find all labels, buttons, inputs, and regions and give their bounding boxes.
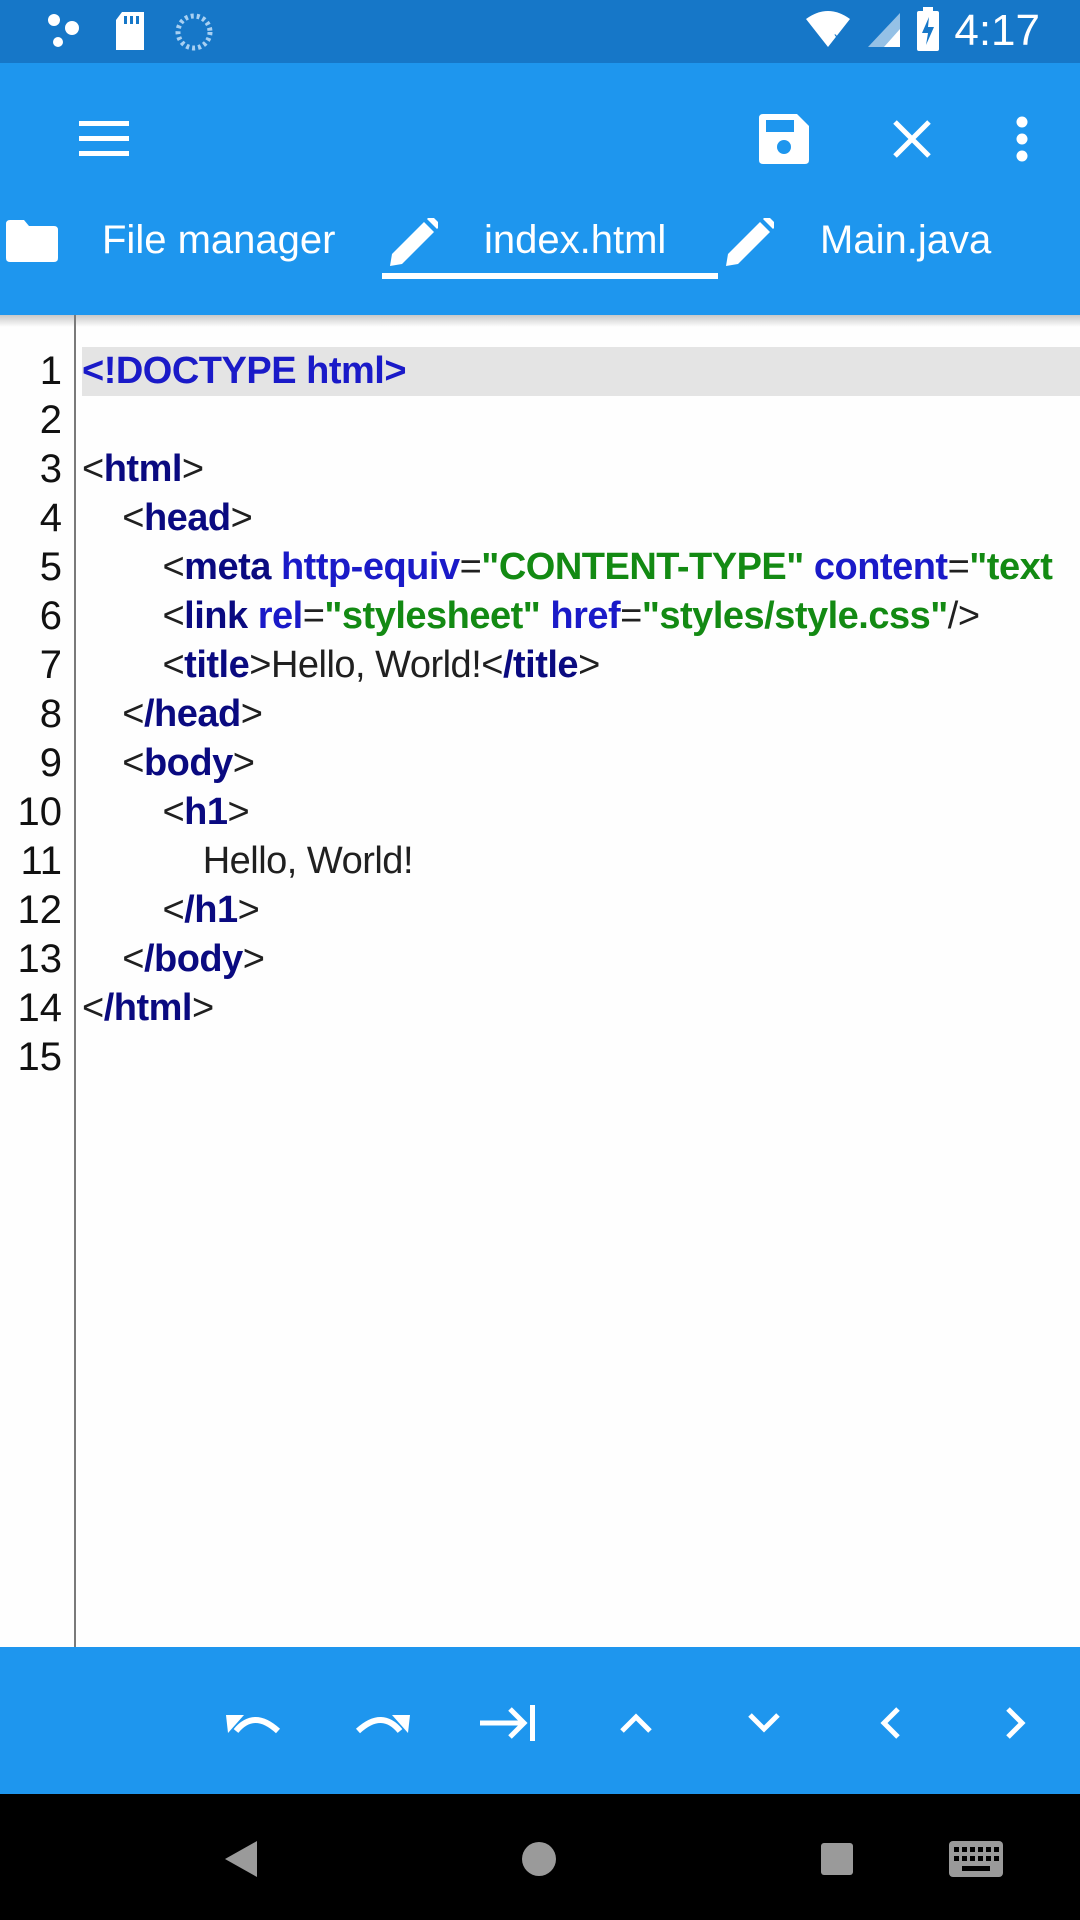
battery-charging-icon [916,6,940,56]
tab-label-main-java: Main.java [820,218,992,262]
bottom-toolbar [0,1647,1080,1794]
keyboard-icon[interactable] [926,1824,1026,1894]
redo-icon[interactable] [342,1683,422,1763]
back-icon[interactable] [206,1824,276,1894]
line-number: 14 [17,986,63,1030]
pencil-icon [390,215,441,271]
code-line[interactable]: ​ [82,1033,1080,1082]
code-line[interactable]: <h1> [82,788,1080,837]
more-vert-icon[interactable] [1000,107,1044,171]
line-number: 6 [39,594,62,638]
code-area[interactable]: <!DOCTYPE html>​<html> <head> <meta http… [82,347,1080,1082]
system-nav-bar [0,1794,1080,1920]
line-number-gutter: 1 2 3 4 5 6 7 8 9 10 11 12 13 14 15 [0,347,63,1082]
code-line[interactable]: <link rel="stylesheet" href="styles/styl… [82,592,1080,641]
line-number: 7 [39,643,62,687]
code-line[interactable]: ​ [82,396,1080,445]
dots-notification-icon [46,12,86,57]
tab-index-html[interactable]: index.html [382,200,718,280]
pencil-icon [726,215,777,271]
line-number: 13 [17,937,63,981]
code-line[interactable]: <title>Hello, World!</title> [82,641,1080,690]
chevron-right-icon[interactable] [976,1683,1056,1763]
code-line[interactable]: <html> [82,445,1080,494]
wifi-icon: x [804,9,852,54]
signal-icon [866,9,902,54]
code-line[interactable]: <body> [82,739,1080,788]
gutter-divider [74,315,76,1647]
code-line[interactable]: </h1> [82,886,1080,935]
active-tab-indicator [382,273,718,279]
line-number: 8 [39,692,62,736]
line-number: 4 [39,496,62,540]
sd-card-icon [114,12,146,57]
folder-icon [6,220,58,267]
line-number: 9 [39,741,62,785]
code-line[interactable]: <meta http-equiv="CONTENT-TYPE" content=… [82,543,1080,592]
app-toolbar: File manager index.html Main.java [0,63,1080,315]
code-editor[interactable]: 1 2 3 4 5 6 7 8 9 10 11 12 13 14 15 <!DO… [0,315,1080,1647]
code-line[interactable]: </body> [82,935,1080,984]
line-number: 11 [20,839,62,883]
close-icon[interactable] [880,107,944,171]
line-number: 5 [39,545,62,589]
line-number: 3 [39,447,62,491]
line-number: 15 [17,1035,63,1079]
code-line[interactable]: </head> [82,690,1080,739]
chevron-left-icon[interactable] [850,1683,930,1763]
line-number: 1 [39,349,62,393]
svg-text:x: x [834,30,842,47]
tab-label-file-manager: File manager [102,218,336,262]
tab-file-manager[interactable]: File manager [0,200,370,280]
line-number: 2 [39,398,62,442]
line-number: 12 [17,888,63,932]
hamburger-menu-icon[interactable] [72,107,136,171]
save-icon[interactable] [752,107,816,171]
home-icon[interactable] [504,1824,574,1894]
code-line[interactable]: </html> [82,984,1080,1033]
chevron-down-icon[interactable] [724,1683,804,1763]
tab-label-index-html: index.html [484,218,667,262]
chevron-up-icon[interactable] [596,1683,676,1763]
status-bar: x 4:17 [0,0,1080,63]
tab-indent-icon[interactable] [468,1683,548,1763]
code-line[interactable]: Hello, World! [82,837,1080,886]
toolbar-shadow [0,315,1080,327]
line-number: 10 [17,790,63,834]
code-line[interactable]: <!DOCTYPE html> [82,347,1080,396]
sync-icon [174,12,214,57]
undo-icon[interactable] [214,1683,294,1763]
code-line[interactable]: <head> [82,494,1080,543]
tab-main-java[interactable]: Main.java [722,200,1080,280]
recents-icon[interactable] [802,1824,872,1894]
status-time: 4:17 [954,6,1040,55]
